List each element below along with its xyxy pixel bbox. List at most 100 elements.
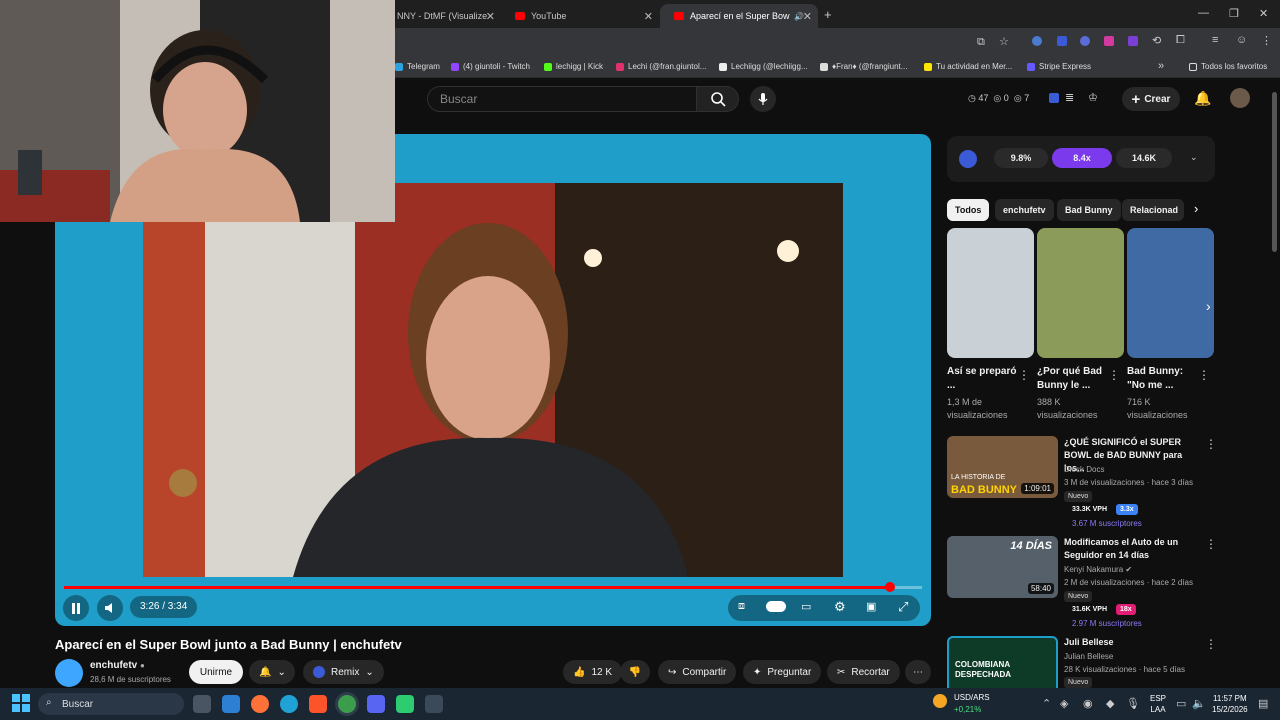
menu-icon[interactable]: ⋮ [1261,34,1272,47]
pause-button[interactable] [63,595,89,621]
puzzle-icon[interactable]: ⧠ [1176,34,1185,47]
theater-icon[interactable]: ▣ [866,600,876,613]
video-frame[interactable] [143,183,843,577]
scrollbar-thumb[interactable] [1272,92,1277,252]
browser-tab-active[interactable]: Aparecí en el Super Bowl ju 🔊 ✕ [660,4,818,28]
windows-start-icon[interactable] [12,694,30,712]
minimize-icon[interactable]: — [1198,7,1209,19]
iq-icon[interactable]: ⧈ [738,600,745,613]
chip-channel[interactable]: enchufetv [995,199,1054,221]
short-title[interactable]: Bad Bunny: "No me ... [1127,365,1199,393]
notification-icon[interactable]: ▤ [1258,697,1268,710]
close-icon[interactable]: ✕ [644,10,653,23]
settings-icon[interactable]: ⚙ [834,599,846,615]
iq-extension-icon[interactable] [1049,93,1059,103]
bookmark[interactable]: Lechi (@fran.giuntol... [616,62,706,71]
more-actions-button[interactable]: ⋯ [905,660,931,684]
window-close-icon[interactable]: ✕ [1259,7,1268,20]
chevron-right-icon[interactable]: » [1158,60,1164,72]
video-thumbnail[interactable]: LA HISTORIA DE BAD BUNNY 1:09:01 [947,436,1058,498]
star-icon[interactable]: ☆ [999,35,1009,48]
trophy-icon[interactable]: ♔ [1088,91,1098,104]
like-button[interactable]: 👍 12 K [563,660,623,684]
restore-icon[interactable]: ❐ [1229,7,1239,20]
chip-bad-bunny[interactable]: Bad Bunny [1057,199,1121,221]
clock[interactable]: 11:57 PM 15/2/2026 [1212,693,1248,715]
progress-bar[interactable] [64,582,922,592]
taskbar-search[interactable]: ⌕ Buscar [38,693,184,715]
channel-name[interactable]: Dieck Docs [1064,465,1104,474]
channel-name[interactable]: Julian Bellese [1064,652,1113,661]
extension-icon[interactable] [1057,36,1067,46]
chevron-up-icon[interactable]: ⌃ [1042,697,1051,710]
brave-icon[interactable] [309,695,327,713]
join-button[interactable]: Unirme [189,660,243,684]
browser-tab[interactable]: NNY - DtMF (Visualize ✕ [383,4,501,28]
autoplay-toggle[interactable] [766,601,786,612]
extension-icon[interactable] [1104,36,1114,46]
microphone-icon[interactable]: 🎙 [1126,697,1140,710]
list-icon[interactable]: ≣ [1065,91,1074,104]
dislike-button[interactable]: 👎 [620,660,650,684]
fullscreen-icon[interactable]: ⤢ [898,599,908,615]
chip-all[interactable]: Todos [947,199,990,221]
bookmark[interactable]: Lechiigg (@lechiigg... [719,62,808,71]
share-button[interactable]: ↪ Compartir [658,660,737,684]
bookmark[interactable]: Telegram [395,62,440,71]
bookmark[interactable]: Tu actividad en Mer... [924,62,1012,71]
discord-icon[interactable] [367,695,385,713]
tray-icon[interactable]: ◆ [1106,697,1114,710]
clip-button[interactable]: ✂ Recortar [827,660,900,684]
more-icon[interactable]: ⋮ [1205,637,1217,651]
chevron-right-icon[interactable]: › [1206,298,1211,314]
app-icon[interactable] [425,695,443,713]
chrome-icon[interactable] [338,695,356,713]
close-icon[interactable]: ✕ [803,10,812,23]
firefox-icon[interactable] [251,695,269,713]
browser-tab[interactable]: YouTube ✕ [501,4,659,28]
more-icon[interactable]: ⋮ [1108,368,1120,382]
new-tab-icon[interactable]: + [824,7,832,22]
channel-name[interactable]: enchufetv ● [90,660,145,671]
bell-icon[interactable]: 🔔 [1194,90,1211,107]
short-title[interactable]: ¿Por qué Bad Bunny le ... [1037,365,1109,393]
chip-related[interactable]: Relacionad [1122,199,1184,221]
extension-icon[interactable]: ⟲ [1152,34,1161,47]
extension-icon[interactable] [1080,36,1090,46]
task-view-icon[interactable] [193,695,211,713]
media-icon[interactable]: ≡ [1212,34,1218,46]
extension-icon[interactable] [1032,36,1042,46]
short-thumbnail[interactable] [947,228,1034,358]
favorites-folder[interactable]: Todos los favoritos [1189,62,1267,71]
avatar[interactable] [1230,88,1250,108]
tray-icon[interactable]: ◉ [1083,697,1093,710]
voice-search-button[interactable] [750,86,776,112]
search-button[interactable] [697,86,739,112]
notifications-button[interactable]: 🔔 ⌄ [249,660,295,684]
bookmark[interactable]: Stripe Express [1027,62,1091,71]
channel-name[interactable]: Kenyi Nakamura ✔ [1064,565,1132,574]
language-indicator[interactable]: ESP LAA [1150,693,1166,715]
more-icon[interactable]: ⋮ [1205,437,1217,451]
bookmark[interactable]: ♦Fran♦ (@frangiunt... [820,62,907,71]
install-icon[interactable]: ⧉ [977,36,985,49]
chevron-down-icon[interactable]: ⌄ [1190,152,1198,163]
file-explorer-icon[interactable] [222,695,240,713]
create-button[interactable]: + Crear [1122,87,1180,111]
close-icon[interactable]: ✕ [486,10,495,23]
extension-icon[interactable] [1128,36,1138,46]
network-icon[interactable]: ▭ [1176,697,1186,710]
short-title[interactable]: Así se preparó ... [947,365,1019,393]
ask-button[interactable]: ✦ Preguntar [743,660,822,684]
chevron-right-icon[interactable]: › [1194,201,1198,216]
more-icon[interactable]: ⋮ [1198,368,1210,382]
bookmark[interactable]: lechigg | Kick [544,62,603,71]
video-thumbnail[interactable]: 14 DÍAS 58:40 [947,536,1058,598]
app-icon[interactable] [396,695,414,713]
remix-button[interactable]: Remix ⌄ [303,660,384,684]
volume-button[interactable] [97,595,123,621]
more-icon[interactable]: ⋮ [1205,537,1217,551]
edge-icon[interactable] [280,695,298,713]
search-input[interactable]: Buscar [427,86,697,112]
volume-icon[interactable]: 🔈 [1192,697,1206,710]
